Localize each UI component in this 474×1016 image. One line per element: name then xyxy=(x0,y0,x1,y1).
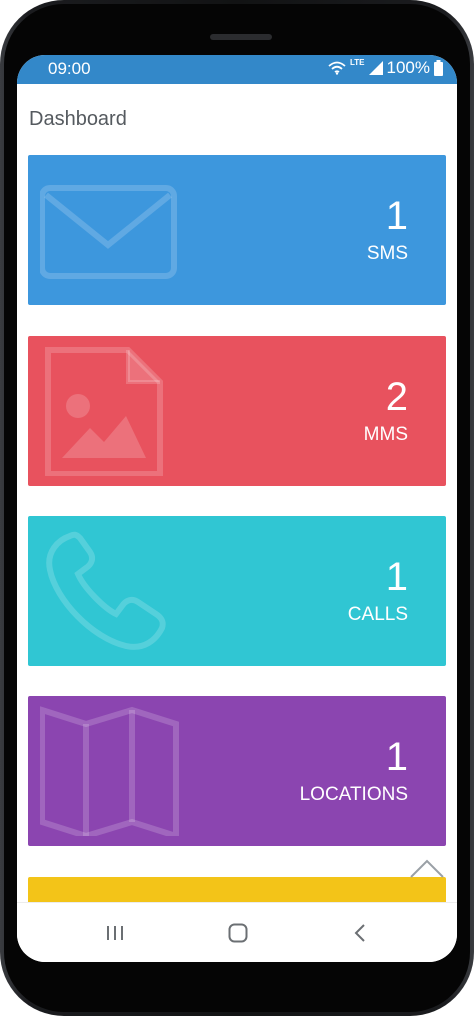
phone-icon xyxy=(46,531,166,650)
earpiece-speaker xyxy=(210,34,272,40)
sms-count: 1 xyxy=(385,194,408,238)
locations-label: LOCATIONS xyxy=(299,784,408,805)
mms-count: 2 xyxy=(385,375,408,419)
map-icon xyxy=(40,706,179,836)
battery-percent: 100% xyxy=(386,58,430,77)
signal-icon xyxy=(368,61,383,75)
status-icons: LTE 100% xyxy=(328,58,443,78)
status-bar: 09:00 LTE 100% xyxy=(17,55,457,84)
dashboard-content[interactable]: Dashboard 1 SMS 2 MMS 1 CALLS 1 LOCATION… xyxy=(17,84,457,902)
phone-frame: 09:00 LTE 100% Dashboard 1 SMS 2 MMS 1 C… xyxy=(0,0,474,1016)
calls-label: CALLS xyxy=(347,604,408,625)
battery-icon xyxy=(434,60,443,76)
locations-count: 1 xyxy=(385,735,408,779)
network-type: LTE xyxy=(350,57,365,67)
mms-label: MMS xyxy=(363,424,408,445)
page-title: Dashboard xyxy=(29,108,127,130)
recent-apps-icon[interactable] xyxy=(103,921,127,945)
status-time: 09:00 xyxy=(48,59,91,78)
image-file-icon xyxy=(45,347,163,476)
next-card-partial[interactable] xyxy=(28,877,446,902)
calls-card[interactable]: 1 CALLS xyxy=(28,516,446,666)
calls-count: 1 xyxy=(385,555,408,599)
scroll-to-top-icon[interactable] xyxy=(409,857,445,879)
wifi-icon xyxy=(328,61,346,75)
android-nav-bar xyxy=(17,902,457,962)
mms-card[interactable]: 2 MMS xyxy=(28,336,446,486)
locations-card[interactable]: 1 LOCATIONS xyxy=(28,696,446,846)
sms-card[interactable]: 1 SMS xyxy=(28,155,446,305)
home-icon[interactable] xyxy=(226,921,250,945)
back-icon[interactable] xyxy=(349,921,373,945)
phone-screen: 09:00 LTE 100% Dashboard 1 SMS 2 MMS 1 C… xyxy=(17,55,457,962)
envelope-icon xyxy=(40,185,177,279)
sms-label: SMS xyxy=(366,243,408,264)
